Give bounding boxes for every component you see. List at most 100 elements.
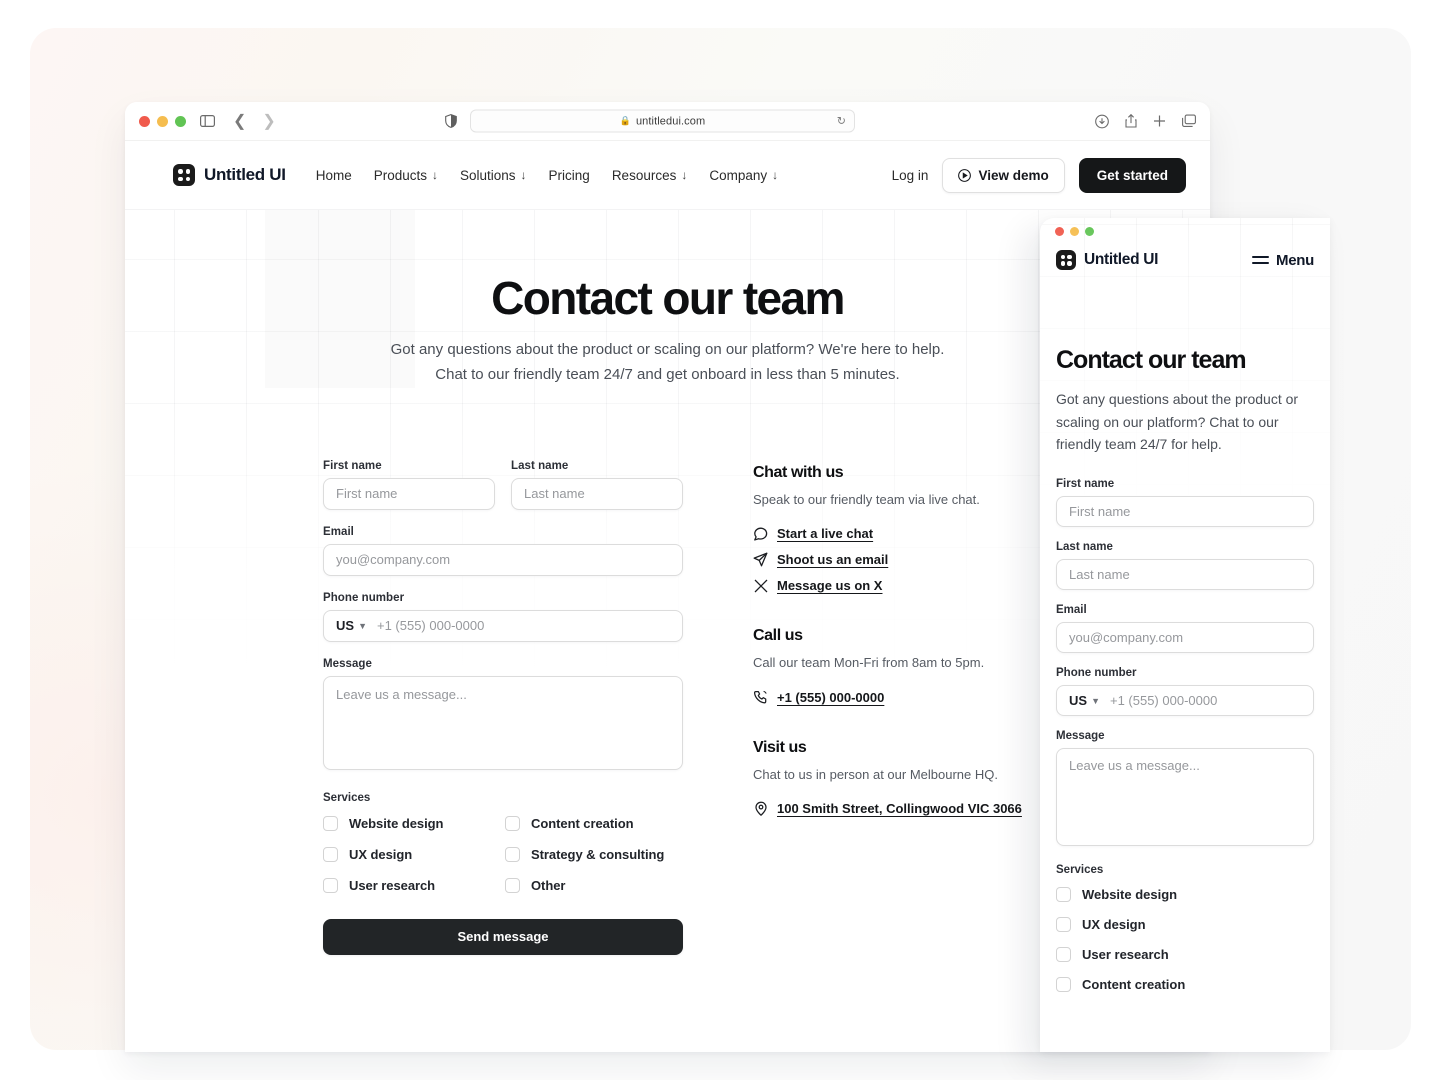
login-link[interactable]: Log in bbox=[892, 168, 929, 183]
phone-number-link[interactable]: +1 (555) 000-0000 bbox=[753, 690, 1023, 705]
mobile-checkbox-content-creation[interactable]: Content creation bbox=[1056, 977, 1314, 993]
checkbox-box[interactable] bbox=[323, 877, 338, 893]
message-us-on-x-link[interactable]: Message us on X bbox=[753, 578, 1023, 593]
chat-link-label: Message us on X bbox=[777, 578, 883, 594]
mobile-first-name-input[interactable]: First name bbox=[1056, 496, 1314, 528]
navbar-actions: Log in View demo Get started bbox=[892, 157, 1186, 193]
mobile-last-name-input[interactable]: Last name bbox=[1056, 559, 1314, 591]
message-textarea[interactable]: Leave us a message... bbox=[323, 675, 683, 770]
mobile-checkbox-user-research[interactable]: User research bbox=[1056, 947, 1314, 963]
brand-logo[interactable]: Untitled UI bbox=[173, 164, 286, 186]
get-started-button[interactable]: Get started bbox=[1078, 157, 1186, 193]
brand-name: Untitled UI bbox=[204, 165, 286, 184]
address-bar[interactable]: 🔒 untitledui.com ↻ bbox=[470, 109, 855, 133]
checkbox-other[interactable]: Other bbox=[505, 877, 683, 893]
contact-form: First name First name Last name Last nam… bbox=[323, 460, 683, 955]
browser-toolbar-actions bbox=[1095, 113, 1196, 129]
nav-item-company[interactable]: Company ↓ bbox=[709, 168, 778, 183]
tab-overview-icon[interactable] bbox=[1182, 114, 1196, 128]
browser-navigation-arrows[interactable]: ❮ ❯ bbox=[233, 111, 276, 131]
mobile-phone-input[interactable]: US ▼ +1 (555) 000-0000 bbox=[1056, 685, 1314, 717]
download-icon[interactable] bbox=[1095, 114, 1109, 128]
map-pin-icon bbox=[753, 801, 768, 817]
phone-icon bbox=[753, 690, 768, 705]
mobile-message-textarea[interactable]: Leave us a message... bbox=[1056, 748, 1314, 847]
message-label: Message bbox=[323, 657, 372, 670]
call-subtitle: Call our team Mon-Fri from 8am to 5pm. bbox=[753, 655, 985, 671]
country-code-value: US bbox=[336, 618, 355, 634]
checkbox-strategy-consulting[interactable]: Strategy & consulting bbox=[505, 846, 683, 862]
last-name-input[interactable]: Last name bbox=[511, 477, 683, 510]
mobile-menu-label: Menu bbox=[1276, 251, 1314, 269]
mobile-services-label: Services bbox=[1056, 864, 1104, 877]
services-label: Services bbox=[323, 791, 371, 804]
reload-icon[interactable]: ↻ bbox=[837, 115, 846, 128]
privacy-shield-icon[interactable] bbox=[445, 114, 457, 128]
country-code-select[interactable]: US ▼ bbox=[336, 618, 367, 633]
nav-item-products[interactable]: Products ↓ bbox=[374, 168, 438, 183]
checkbox-box[interactable] bbox=[505, 877, 520, 893]
checkbox-box[interactable] bbox=[323, 846, 338, 862]
checkbox-box[interactable] bbox=[1056, 947, 1071, 963]
last-name-field: Last name Last name bbox=[511, 460, 683, 510]
mobile-email-input[interactable]: you@company.com bbox=[1056, 622, 1314, 654]
start-live-chat-link[interactable]: Start a live chat bbox=[753, 526, 1023, 541]
first-name-input[interactable]: First name bbox=[323, 477, 495, 510]
checkbox-box[interactable] bbox=[1056, 977, 1071, 993]
checkbox-box[interactable] bbox=[505, 815, 520, 831]
window-traffic-lights[interactable] bbox=[139, 115, 186, 127]
mobile-message-field: Message Leave us a message... bbox=[1056, 730, 1314, 847]
close-window-button[interactable] bbox=[139, 115, 150, 127]
mobile-preview-window: Untitled UI Menu Contact our team Got an… bbox=[1040, 218, 1330, 1052]
sidebar-toggle-icon[interactable] bbox=[200, 115, 215, 127]
checkbox-box[interactable] bbox=[1056, 917, 1071, 933]
untitled-ui-logo-icon bbox=[173, 164, 195, 186]
send-message-button[interactable]: Send message bbox=[323, 918, 683, 955]
checkbox-label: Website design bbox=[1082, 887, 1178, 903]
checkbox-box[interactable] bbox=[505, 846, 520, 862]
checkbox-label: UX design bbox=[1082, 917, 1146, 933]
url-text: untitledui.com bbox=[635, 115, 706, 127]
mobile-hero: Contact our team Got any questions about… bbox=[1040, 270, 1330, 456]
site-navbar: Untitled UI Home Products ↓ Solutions ↓ bbox=[125, 141, 1210, 210]
minimize-window-button[interactable] bbox=[157, 115, 168, 127]
address-link[interactable]: 100 Smith Street, Collingwood VIC 3066 bbox=[753, 801, 1023, 817]
phone-input[interactable]: US ▼ +1 (555) 000-0000 bbox=[323, 609, 683, 642]
name-row: First name First name Last name Last nam… bbox=[323, 460, 683, 526]
nav-item-home[interactable]: Home bbox=[316, 168, 352, 183]
maximize-window-button[interactable] bbox=[175, 115, 186, 127]
chat-title: Chat with us bbox=[753, 463, 844, 481]
share-icon[interactable] bbox=[1125, 113, 1137, 129]
checkbox-ux-design[interactable]: UX design bbox=[323, 846, 501, 862]
checkbox-box[interactable] bbox=[323, 815, 338, 831]
view-demo-button[interactable]: View demo bbox=[942, 157, 1065, 193]
call-us-block: Call us Call our team Mon-Fri from 8am t… bbox=[753, 627, 1023, 705]
back-arrow-icon[interactable]: ❮ bbox=[233, 111, 246, 131]
new-tab-icon[interactable] bbox=[1153, 115, 1166, 128]
mobile-brand-logo[interactable]: Untitled UI bbox=[1056, 250, 1159, 270]
phone-field: Phone number US ▼ +1 (555) 000-0000 bbox=[323, 592, 683, 642]
shoot-us-an-email-link[interactable]: Shoot us an email bbox=[753, 552, 1023, 567]
nav-item-label: Solutions bbox=[460, 167, 516, 183]
email-input[interactable]: you@company.com bbox=[323, 543, 683, 576]
nav-item-resources[interactable]: Resources ↓ bbox=[612, 168, 688, 183]
forward-arrow-icon[interactable]: ❯ bbox=[262, 111, 275, 131]
chat-subtitle: Speak to our friendly team via live chat… bbox=[753, 491, 980, 507]
chevron-down-icon: ▼ bbox=[358, 620, 367, 631]
mobile-checkbox-website-design[interactable]: Website design bbox=[1056, 887, 1314, 903]
mobile-message-label: Message bbox=[1056, 730, 1105, 743]
nav-item-solutions[interactable]: Solutions ↓ bbox=[460, 168, 527, 183]
checkbox-label: User research bbox=[1082, 947, 1169, 963]
nav-item-label: Pricing bbox=[548, 167, 590, 183]
checkbox-content-creation[interactable]: Content creation bbox=[505, 815, 683, 831]
mobile-hero-subtitle: Got any questions about the product or s… bbox=[1056, 391, 1299, 453]
checkbox-box[interactable] bbox=[1056, 887, 1071, 903]
checkbox-label: Website design bbox=[349, 815, 444, 831]
checkbox-user-research[interactable]: User research bbox=[323, 877, 501, 893]
nav-item-pricing[interactable]: Pricing bbox=[549, 168, 590, 183]
mobile-country-code-select[interactable]: US ▼ bbox=[1069, 693, 1100, 708]
mobile-checkbox-ux-design[interactable]: UX design bbox=[1056, 917, 1314, 933]
mobile-menu-button[interactable]: Menu bbox=[1252, 252, 1314, 269]
checkbox-website-design[interactable]: Website design bbox=[323, 815, 501, 831]
mobile-email-label: Email bbox=[1056, 604, 1087, 617]
